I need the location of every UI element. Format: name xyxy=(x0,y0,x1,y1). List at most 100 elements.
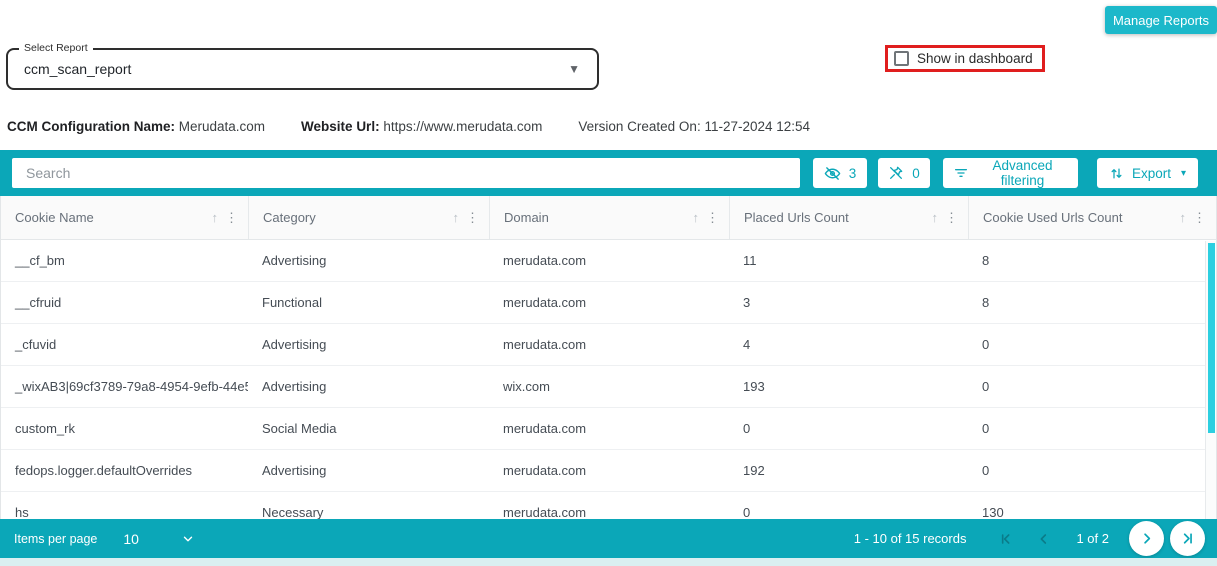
table-cell: 11 xyxy=(729,240,968,281)
filter-icon xyxy=(953,165,969,181)
table-row[interactable]: fedops.logger.defaultOverridesAdvertisin… xyxy=(1,450,1216,492)
export-label: Export xyxy=(1132,166,1171,181)
last-page-icon xyxy=(1179,530,1196,547)
table-row[interactable]: _wixAB3|69cf3789-79a8-4954-9efb-44e5...A… xyxy=(1,366,1216,408)
column-header-label: Cookie Name xyxy=(15,210,212,225)
config-name: CCM Configuration Name: Merudata.com xyxy=(7,119,265,134)
column-header-label: Placed Urls Count xyxy=(744,210,932,225)
column-menu-icon[interactable]: ⋮ xyxy=(706,210,719,226)
table-cell: 8 xyxy=(968,282,1216,323)
table-row[interactable]: __cf_bmAdvertisingmerudata.com118 xyxy=(1,240,1216,282)
column-header[interactable]: Cookie Used Urls Count↑⋮ xyxy=(968,196,1216,239)
table-body: __cf_bmAdvertisingmerudata.com118__cfrui… xyxy=(0,240,1217,519)
config-info: CCM Configuration Name: Merudata.com Web… xyxy=(7,119,810,134)
advanced-filtering-button[interactable]: Advanced filtering xyxy=(943,158,1078,188)
previous-page-button[interactable] xyxy=(1032,527,1056,551)
column-menu-icon[interactable]: ⋮ xyxy=(1193,210,1206,226)
last-page-button[interactable] xyxy=(1170,521,1205,556)
advanced-filtering-label: Advanced filtering xyxy=(977,158,1068,188)
column-header-label: Category xyxy=(263,210,453,225)
table-cell: merudata.com xyxy=(489,492,729,519)
table-cell: 8 xyxy=(968,240,1216,281)
vertical-scrollbar-track[interactable] xyxy=(1205,241,1216,519)
table-cell: _wixAB3|69cf3789-79a8-4954-9efb-44e5... xyxy=(1,366,248,407)
chevron-right-icon xyxy=(1138,530,1155,547)
column-header[interactable]: Placed Urls Count↑⋮ xyxy=(729,196,968,239)
pager-controls: 1 - 10 of 15 records 1 of 2 xyxy=(854,521,1217,556)
table-cell: Functional xyxy=(248,282,489,323)
chevron-down-icon: ▾ xyxy=(1181,168,1186,179)
table-cell: 193 xyxy=(729,366,968,407)
table-cell: 4 xyxy=(729,324,968,365)
column-header[interactable]: Cookie Name↑⋮ xyxy=(1,196,248,239)
sort-ascending-icon[interactable]: ↑ xyxy=(453,210,460,225)
sort-ascending-icon[interactable]: ↑ xyxy=(212,210,219,225)
table-cell: 0 xyxy=(968,366,1216,407)
table-row[interactable]: hsNecessarymerudata.com0130 xyxy=(1,492,1216,519)
table-cell: 192 xyxy=(729,450,968,491)
sort-ascending-icon[interactable]: ↑ xyxy=(1180,210,1187,225)
next-page-button[interactable] xyxy=(1129,521,1164,556)
items-per-page-value: 10 xyxy=(123,531,139,547)
column-header-label: Domain xyxy=(504,210,693,225)
table-cell: merudata.com xyxy=(489,240,729,281)
records-range-label: 1 - 10 of 15 records xyxy=(854,531,967,546)
column-header[interactable]: Domain↑⋮ xyxy=(489,196,729,239)
vertical-scrollbar-thumb[interactable] xyxy=(1208,243,1215,433)
report-select-value: ccm_scan_report xyxy=(24,50,131,88)
report-select[interactable]: Select Report ccm_scan_report ▼ xyxy=(6,48,599,90)
sort-ascending-icon[interactable]: ↑ xyxy=(693,210,700,225)
sort-ascending-icon[interactable]: ↑ xyxy=(932,210,939,225)
chevron-down-icon xyxy=(181,532,195,546)
eye-off-icon xyxy=(824,165,841,182)
table-cell: 0 xyxy=(968,450,1216,491)
column-menu-icon[interactable]: ⋮ xyxy=(225,210,238,226)
manage-reports-button[interactable]: Manage Reports xyxy=(1105,6,1217,34)
table-cell: Advertising xyxy=(248,366,489,407)
column-header-icons: ↑⋮ xyxy=(932,210,969,226)
table-cell: Advertising xyxy=(248,450,489,491)
search-input[interactable] xyxy=(12,158,800,188)
table-row[interactable]: __cfruidFunctionalmerudata.com38 xyxy=(1,282,1216,324)
show-in-dashboard-highlight: Show in dashboard xyxy=(885,45,1045,72)
page-indicator: 1 of 2 xyxy=(1076,531,1109,546)
config-version: Version Created On: 11-27-2024 12:54 xyxy=(578,119,810,134)
first-page-button[interactable] xyxy=(994,527,1018,551)
table-header-row: Cookie Name↑⋮Category↑⋮Domain↑⋮Placed Ur… xyxy=(0,196,1217,240)
table-cell: 0 xyxy=(729,408,968,449)
pinned-columns-button[interactable]: 0 xyxy=(878,158,930,188)
column-menu-icon[interactable]: ⋮ xyxy=(466,210,479,226)
pager-bar: Items per page 10 1 - 10 of 15 records 1… xyxy=(0,519,1217,558)
pin-off-icon xyxy=(888,165,904,181)
items-per-page-select[interactable]: 10 xyxy=(97,531,195,547)
swap-vert-icon xyxy=(1109,166,1124,181)
table-cell: Advertising xyxy=(248,240,489,281)
column-header-icons: ↑⋮ xyxy=(453,210,490,226)
chevron-down-icon: ▼ xyxy=(568,62,580,76)
table-cell: Advertising xyxy=(248,324,489,365)
hidden-columns-button[interactable]: 3 xyxy=(813,158,867,188)
table-cell: 3 xyxy=(729,282,968,323)
table-cell: __cf_bm xyxy=(1,240,248,281)
table-cell: 0 xyxy=(968,408,1216,449)
column-header-icons: ↑⋮ xyxy=(1180,210,1217,226)
table-cell: _cfuvid xyxy=(1,324,248,365)
export-button[interactable]: Export ▾ xyxy=(1097,158,1198,188)
pinned-columns-count: 0 xyxy=(912,166,920,181)
table-cell: fedops.logger.defaultOverrides xyxy=(1,450,248,491)
table-cell: merudata.com xyxy=(489,282,729,323)
table-cell: wix.com xyxy=(489,366,729,407)
first-page-icon xyxy=(998,531,1014,547)
table-cell: merudata.com xyxy=(489,324,729,365)
table-cell: 0 xyxy=(729,492,968,519)
column-header-icons: ↑⋮ xyxy=(212,210,249,226)
table-cell: __cfruid xyxy=(1,282,248,323)
table-cell: Social Media xyxy=(248,408,489,449)
column-header-icons: ↑⋮ xyxy=(693,210,730,226)
table-row[interactable]: custom_rkSocial Mediamerudata.com00 xyxy=(1,408,1216,450)
table-row[interactable]: _cfuvidAdvertisingmerudata.com40 xyxy=(1,324,1216,366)
show-in-dashboard-checkbox[interactable] xyxy=(894,51,909,66)
column-header[interactable]: Category↑⋮ xyxy=(248,196,489,239)
column-menu-icon[interactable]: ⋮ xyxy=(945,210,958,226)
hidden-columns-count: 3 xyxy=(849,166,857,181)
